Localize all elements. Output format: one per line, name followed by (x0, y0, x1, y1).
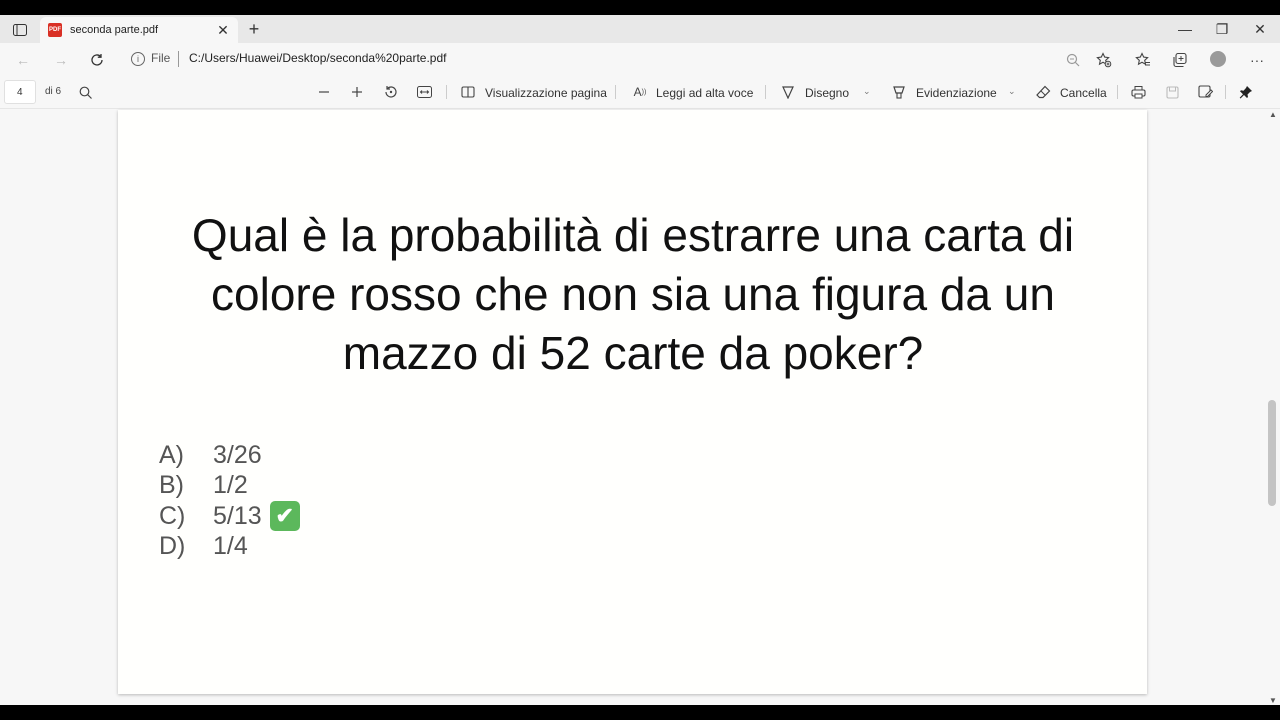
read-aloud-button[interactable]: Leggi ad alta voce (656, 86, 753, 100)
save-as-icon[interactable] (1196, 83, 1214, 101)
zoom-out-icon[interactable] (315, 83, 333, 101)
answer-value: 3/26 (213, 440, 262, 469)
favorites-icon[interactable] (1132, 49, 1154, 71)
close-window-button[interactable]: ✕ (1245, 19, 1275, 39)
page-view-button[interactable]: Visualizzazione pagina (485, 86, 607, 100)
refresh-icon (91, 54, 103, 66)
answer-value: 1/2 (213, 471, 248, 500)
question-text: Qual è la probabilità di estrarre una ca… (191, 209, 1075, 379)
answer-value: 5/13 (213, 501, 262, 530)
save-icon[interactable] (1163, 83, 1181, 101)
highlight-icon[interactable] (890, 83, 908, 101)
collections-icon[interactable] (1169, 49, 1191, 71)
answer-value: 1/4 (213, 532, 248, 561)
draw-button[interactable]: Disegno (805, 86, 849, 100)
zoom-icon[interactable] (1062, 49, 1084, 71)
scroll-thumb[interactable] (1268, 400, 1276, 506)
pdf-viewer[interactable]: Qual è la probabilità di estrarre una ca… (0, 110, 1280, 705)
tab-actions-icon[interactable] (8, 20, 32, 40)
browser-window: PDF seconda parte.pdf ✕ + — ❐ ✕ ← → i Fi… (0, 15, 1280, 705)
eraser-icon[interactable] (1034, 83, 1052, 101)
tab-bar: PDF seconda parte.pdf ✕ + — ❐ ✕ (0, 15, 1280, 43)
rotate-icon[interactable] (382, 83, 400, 101)
info-icon[interactable]: i (131, 52, 145, 66)
back-button[interactable]: ← (12, 49, 34, 71)
erase-button[interactable]: Cancella (1060, 86, 1107, 100)
tab-close-button[interactable]: ✕ (216, 22, 230, 39)
url-field[interactable]: C:/Users/Huawei/Desktop/seconda%20parte.… (189, 51, 446, 65)
page-number-input[interactable]: 4 (4, 80, 36, 104)
toolbar-separator (1117, 85, 1118, 99)
draw-chevron-down-icon[interactable]: ⌄ (863, 86, 871, 97)
pdf-toolbar: 4 di 6 Visualizzazione pagina A)) Leggi… (0, 75, 1280, 109)
pin-toolbar-icon[interactable] (1237, 83, 1255, 101)
maximize-button[interactable]: ❐ (1207, 19, 1237, 39)
highlight-chevron-down-icon[interactable]: ⌄ (1008, 86, 1016, 97)
page-total: di 6 (45, 86, 62, 97)
pdf-file-icon: PDF (48, 23, 62, 37)
toolbar-separator (446, 85, 447, 99)
print-icon[interactable] (1129, 83, 1147, 101)
pdf-page: Qual è la probabilità di estrarre una ca… (118, 110, 1147, 694)
answer-list: A) 3/26 B) 1/2 C) 5/13 ✔ D) 1/4 (159, 440, 300, 562)
search-icon[interactable] (76, 83, 94, 101)
minimize-button[interactable]: — (1170, 19, 1200, 39)
new-tab-button[interactable]: + (244, 19, 264, 39)
draw-icon[interactable] (779, 83, 797, 101)
answer-option: A) 3/26 (159, 440, 300, 471)
read-aloud-icon[interactable]: A)) (631, 83, 649, 101)
address-separator (178, 51, 179, 67)
answer-letter: D) (159, 532, 186, 561)
fit-width-icon[interactable] (415, 83, 433, 101)
page-view-icon[interactable] (459, 83, 477, 101)
address-bar: ← → i File C:/Users/Huawei/Desktop/secon… (0, 43, 1280, 75)
profile-avatar[interactable] (1210, 51, 1226, 67)
tab-pdf[interactable]: PDF seconda parte.pdf ✕ (40, 17, 238, 43)
toolbar-separator (615, 85, 616, 99)
forward-button[interactable]: → (50, 49, 72, 71)
tab-title: seconda parte.pdf (70, 24, 159, 36)
toolbar-separator (765, 85, 766, 99)
refresh-button[interactable] (86, 49, 108, 71)
toolbar-separator (1225, 85, 1226, 99)
vertical-scrollbar[interactable]: ▲ ▼ (1266, 110, 1280, 705)
scroll-down-arrow-icon[interactable]: ▼ (1269, 696, 1277, 705)
answer-letter: B) (159, 471, 184, 500)
answer-letter: C) (159, 501, 186, 530)
check-mark-icon: ✔ (269, 501, 300, 532)
file-label: File (151, 51, 171, 65)
more-menu-icon[interactable]: ··· (1246, 49, 1268, 71)
screen-frame: PDF seconda parte.pdf ✕ + — ❐ ✕ ← → i Fi… (0, 0, 1280, 720)
zoom-in-icon[interactable] (348, 83, 366, 101)
scroll-up-arrow-icon[interactable]: ▲ (1269, 110, 1277, 119)
answer-option: D) 1/4 (159, 532, 300, 563)
answer-option: B) 1/2 (159, 471, 300, 502)
highlight-button[interactable]: Evidenziazione (916, 86, 997, 100)
add-favorite-icon[interactable] (1093, 49, 1115, 71)
answer-letter: A) (159, 440, 184, 469)
answer-option-correct: C) 5/13 ✔ (159, 501, 300, 532)
